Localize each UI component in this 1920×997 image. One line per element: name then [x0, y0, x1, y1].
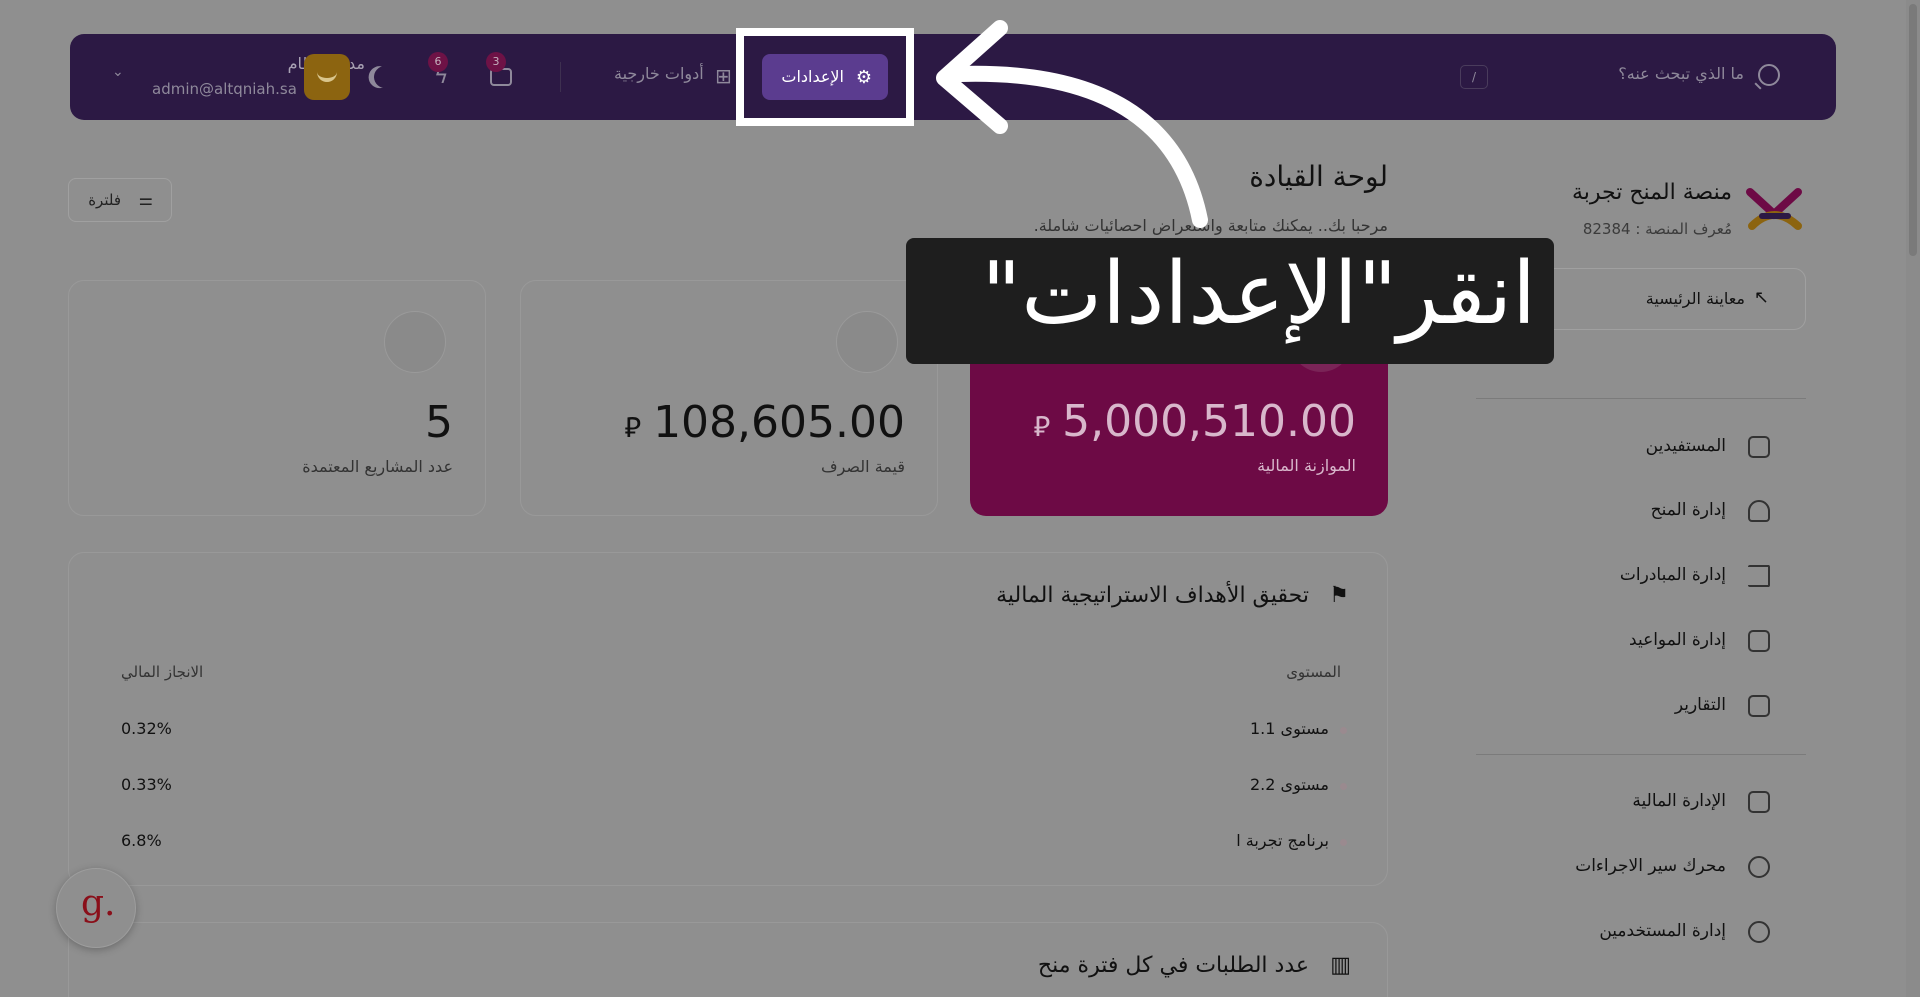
tutorial-arrow	[936, 20, 1208, 228]
tutorial-hint-text: انقر"الإعدادات"	[981, 244, 1536, 344]
tutorial-hint: انقر"الإعدادات"	[906, 238, 1554, 364]
page: ما الذي تبحث عنه؟ / ⌄ مدير النظام admin@…	[0, 0, 1920, 997]
